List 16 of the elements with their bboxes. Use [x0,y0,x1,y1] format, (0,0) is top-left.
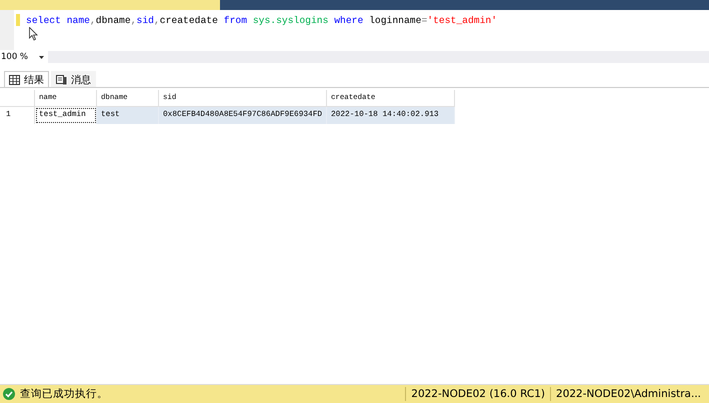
result-tab[interactable]: 消息 [51,71,96,87]
user-name: 2022-NODE02\Administra... [556,388,701,400]
server-name: 2022-NODE02 (16.0 RC1) [411,388,546,400]
grid-icon [9,74,20,84]
caret-icon [38,54,46,60]
result-tab[interactable]: 结果 [4,71,49,87]
mouse-pointer-icon [29,27,38,41]
zoom-dropdown[interactable]: 100 % [0,51,48,63]
message-icon [56,74,67,84]
status-message: 查询已成功执行。 [20,387,108,401]
document-tab[interactable] [0,0,220,10]
sql-query[interactable]: select name,dbname,sid,createdate from sys.syslogins where loginname='test_admin' [26,14,498,27]
check-icon [3,388,15,400]
change-marker [16,14,20,26]
editor-margin [0,10,14,50]
document-tab[interactable] [220,0,709,10]
